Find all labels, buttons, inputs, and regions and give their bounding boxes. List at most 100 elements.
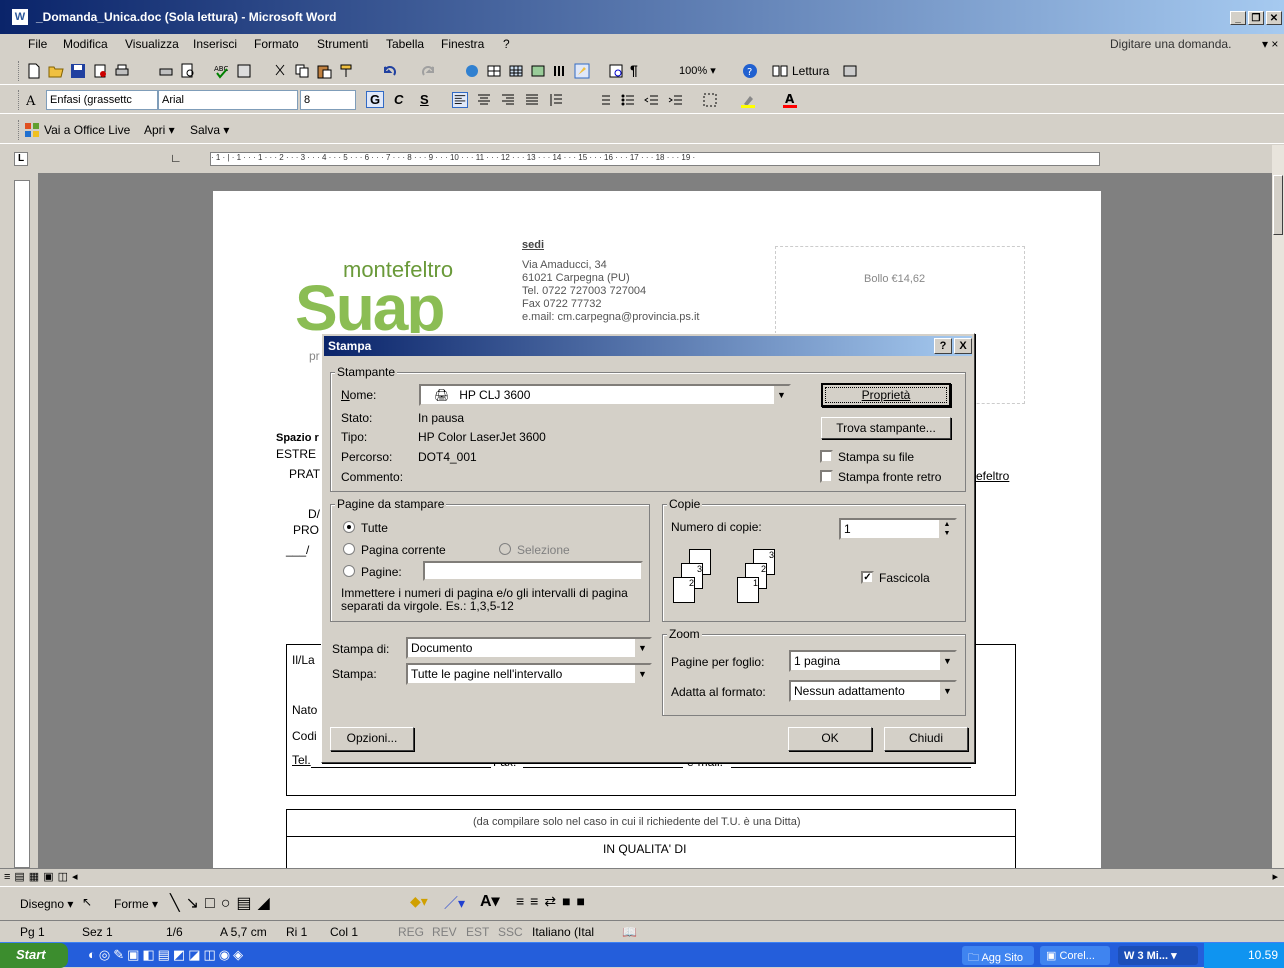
print-what-select[interactable]: Documento ▼	[406, 637, 652, 659]
horizontal-scrollbar[interactable]: ≡▤▦▣◫◂ ▸	[0, 868, 1284, 886]
vertical-ruler[interactable]	[14, 180, 30, 868]
dialog-help-button[interactable]: ?	[934, 338, 952, 354]
print-preview-icon[interactable]	[180, 63, 196, 79]
draw-menu[interactable]: Disegno ▾	[20, 897, 73, 911]
collate-checkbox[interactable]: ✓	[861, 571, 874, 584]
status-rev[interactable]: REV	[432, 925, 457, 939]
copies-spinner[interactable]: ▲ ▼	[939, 520, 955, 538]
selection-radio[interactable]	[499, 543, 511, 555]
menu-strumenti[interactable]: Strumenti	[317, 37, 368, 51]
title-bar[interactable]: W _Domanda_Unica.doc (Sola lettura) - Mi…	[0, 0, 1284, 34]
status-ext[interactable]: EST	[466, 925, 489, 939]
ok-button[interactable]: OK	[788, 727, 872, 751]
drawing-icon[interactable]	[574, 63, 590, 79]
bullets-icon[interactable]	[620, 92, 636, 108]
view-buttons[interactable]: ≡▤▦▣◫◂	[4, 870, 82, 883]
help-dropdown-icon[interactable]: ▾ ×	[1262, 37, 1278, 51]
menu-help[interactable]: ?	[503, 37, 510, 51]
research-pane-icon[interactable]	[842, 63, 858, 79]
current-page-radio[interactable]	[343, 543, 355, 555]
zoom-combo[interactable]: 100% ▾	[676, 61, 736, 81]
autoshapes-menu[interactable]: Forme ▾	[114, 897, 158, 911]
find-printer-button[interactable]: Trova stampante...	[821, 417, 951, 439]
menu-file[interactable]: File	[28, 37, 47, 51]
print-to-file-label[interactable]: Stampa su file	[838, 450, 914, 464]
current-page-label[interactable]: Pagina corrente	[361, 543, 446, 557]
save-button[interactable]: Salva ▾	[190, 123, 229, 137]
dialog-close-button[interactable]: X	[954, 338, 972, 354]
clock[interactable]: 10.59	[1248, 948, 1278, 962]
fill-color-icon[interactable]: ◆▾	[410, 893, 428, 910]
menu-formato[interactable]: Formato	[254, 37, 299, 51]
styles-formatting-icon[interactable]: A	[26, 92, 42, 108]
spelling-icon[interactable]: ABC	[214, 63, 230, 79]
vertical-scrollbar[interactable]	[1272, 145, 1284, 868]
task-word[interactable]: W 3 Mi... ▾	[1118, 946, 1198, 965]
shape-tools[interactable]: ╲↘□○▤◢	[170, 893, 276, 913]
numbering-icon[interactable]	[596, 92, 612, 108]
paste-icon[interactable]	[316, 63, 332, 79]
help-question-input[interactable]: Digitare una domanda.	[1110, 37, 1231, 51]
collate-label[interactable]: Fascicola	[879, 571, 930, 585]
all-pages-radio[interactable]	[343, 521, 355, 533]
close-window-button[interactable]: ✕	[1266, 11, 1282, 25]
menu-visualizza[interactable]: Visualizza	[125, 37, 179, 51]
line-style-icons[interactable]: ≡≡⇄■■	[516, 893, 591, 910]
help-icon[interactable]: ?	[742, 63, 758, 79]
align-center-icon[interactable]	[476, 92, 492, 108]
office-live-icon[interactable]	[24, 122, 40, 138]
pages-input[interactable]	[423, 561, 643, 581]
open-icon[interactable]	[48, 63, 64, 79]
task-corel[interactable]: ▣ Corel...	[1040, 946, 1110, 965]
num-copies-input[interactable]: 1 ▲ ▼	[839, 518, 957, 540]
start-button[interactable]: Start	[0, 943, 68, 968]
underline-button[interactable]: S	[420, 92, 429, 107]
reading-label[interactable]: Lettura	[792, 64, 829, 78]
hyperlink-icon[interactable]	[464, 63, 480, 79]
copy-icon[interactable]	[294, 63, 310, 79]
increase-indent-icon[interactable]	[668, 92, 684, 108]
save-icon[interactable]	[70, 63, 86, 79]
cut-icon[interactable]	[272, 63, 288, 79]
menu-tabella[interactable]: Tabella	[386, 37, 424, 51]
font-combo[interactable]: Arial	[158, 90, 298, 110]
open-button[interactable]: Apri ▾	[144, 123, 175, 137]
reading-layout-icon[interactable]	[772, 63, 788, 79]
cancel-button[interactable]: Chiudi	[884, 727, 968, 751]
italic-button[interactable]: C	[394, 92, 403, 107]
quick-launch-icons[interactable]: ◐◎✎▣◧▤◩◪◫◉◈	[88, 947, 246, 963]
insert-excel-icon[interactable]	[530, 63, 546, 79]
print-range-select[interactable]: Tutte le pagine nell'intervallo ▼	[406, 663, 652, 685]
format-painter-icon[interactable]	[338, 63, 354, 79]
line-color-icon[interactable]: ／▾	[444, 893, 465, 913]
insert-table-icon[interactable]	[508, 63, 524, 79]
all-pages-label[interactable]: Tutte	[361, 521, 388, 535]
permission-icon[interactable]	[92, 63, 108, 79]
font-color-icon[interactable]: A	[782, 92, 798, 108]
print-icon[interactable]	[114, 63, 130, 79]
options-button[interactable]: Opzioni...	[330, 727, 414, 751]
font-size-combo[interactable]: 8	[300, 90, 356, 110]
justify-icon[interactable]	[524, 92, 540, 108]
spelling-status-icon[interactable]: 📖	[622, 925, 637, 939]
restore-button[interactable]: ❐	[1248, 11, 1264, 25]
print-direct-icon[interactable]	[158, 63, 174, 79]
line-spacing-icon[interactable]	[548, 92, 564, 108]
duplex-label[interactable]: Stampa fronte retro	[838, 470, 941, 484]
print-to-file-checkbox[interactable]	[820, 450, 833, 463]
select-objects-icon[interactable]: ↖	[82, 895, 92, 909]
columns-icon[interactable]	[552, 63, 568, 79]
pages-per-sheet-select[interactable]: 1 pagina ▼	[789, 650, 957, 672]
research-icon[interactable]	[236, 63, 252, 79]
menu-inserisci[interactable]: Inserisci	[193, 37, 237, 51]
redo-icon[interactable]	[420, 63, 436, 79]
scroll-right-icon[interactable]: ▸	[1272, 870, 1278, 883]
pages-radio[interactable]	[343, 565, 355, 577]
printer-name-select[interactable]: 🖨 HP CLJ 3600 ▼	[419, 384, 791, 406]
menu-modifica[interactable]: Modifica	[63, 37, 108, 51]
align-right-icon[interactable]	[500, 92, 516, 108]
duplex-checkbox[interactable]	[820, 470, 833, 483]
bold-button[interactable]: G	[366, 91, 385, 108]
properties-button[interactable]: Proprietà	[821, 383, 951, 407]
style-combo[interactable]: Enfasi (grassettc	[46, 90, 158, 110]
